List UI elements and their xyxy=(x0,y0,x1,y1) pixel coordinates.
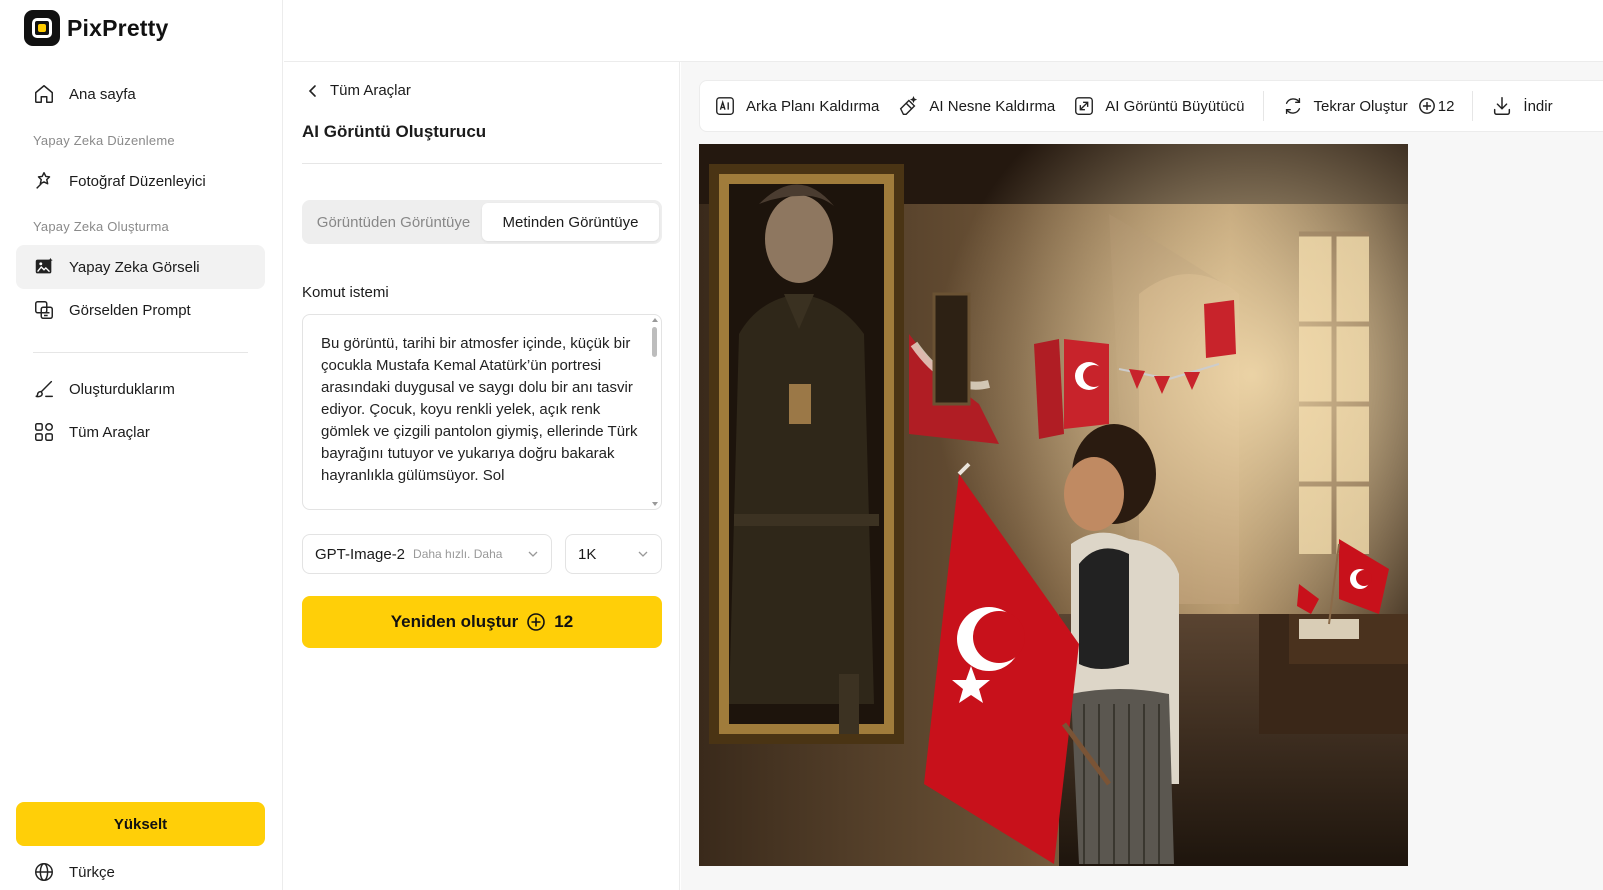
grid-icon xyxy=(35,423,53,441)
top-bar xyxy=(284,0,1603,62)
refresh-icon xyxy=(1285,97,1300,115)
logo[interactable]: PixPretty xyxy=(24,10,169,46)
home-icon xyxy=(35,85,53,103)
toolbar-divider xyxy=(1262,91,1264,121)
download-icon xyxy=(1494,97,1511,115)
credit-icon xyxy=(1418,98,1435,114)
remove-object-label: AI Nesne Kaldırma xyxy=(929,97,1056,115)
upgrade-button[interactable]: Yükselt xyxy=(16,802,265,846)
regenerate-toolbar-label: Tekrar Oluştur xyxy=(1313,97,1408,115)
back-to-all-tools[interactable]: Tüm Araçlar xyxy=(308,82,411,99)
scroll-up-arrow[interactable] xyxy=(652,318,658,322)
control-panel: Tüm Araçlar AI Görüntü Oluşturucu Görünt… xyxy=(284,62,680,890)
regenerate-toolbar-cost: 12 xyxy=(1437,97,1455,115)
sidebar-divider xyxy=(33,352,248,353)
scroll-down-arrow[interactable] xyxy=(652,502,658,506)
sidebar-item-all-tools[interactable]: Tüm Araçlar xyxy=(16,410,265,454)
brush-icon xyxy=(35,380,53,398)
section-ai-create: Yapay Zeka Oluşturma xyxy=(33,219,169,234)
upscaler-label: AI Görüntü Büyütücü xyxy=(1105,97,1245,115)
remove-object-button[interactable]: AI Nesne Kaldırma xyxy=(897,95,1073,117)
sidebar-item-label: Oluşturduklarım xyxy=(69,380,175,398)
regenerate-button[interactable]: Yeniden oluştur 12 xyxy=(302,596,662,648)
sidebar-item-label: Tüm Araçlar xyxy=(69,423,150,441)
remove-background-label: Arka Planı Kaldırma xyxy=(746,97,880,115)
model-hint: Daha hızlı. Daha xyxy=(413,547,503,561)
chevron-down-icon xyxy=(528,551,538,557)
prompt-text: Bu görüntü, tarihi bir atmosfer içinde, … xyxy=(321,335,638,484)
ai-icon xyxy=(716,97,734,115)
sidebar-item-label: Fotoğraf Düzenleyici xyxy=(69,172,206,190)
image-to-prompt-icon xyxy=(35,301,53,319)
credit-icon xyxy=(527,613,546,631)
sidebar-item-photo-editor[interactable]: Fotoğraf Düzenleyici xyxy=(16,159,265,203)
resolution-select[interactable]: 1K xyxy=(565,534,662,574)
sidebar-item-ai-image[interactable]: Yapay Zeka Görseli xyxy=(16,245,265,289)
upscale-icon xyxy=(1075,97,1094,115)
back-label: Tüm Araçlar xyxy=(330,82,411,99)
language-label: Türkçe xyxy=(69,863,115,881)
resolution-value: 1K xyxy=(578,545,597,563)
logo-text: PixPretty xyxy=(67,14,169,41)
sidebar-item-label: Yapay Zeka Görseli xyxy=(69,258,200,276)
upscaler-button[interactable]: AI Görüntü Büyütücü xyxy=(1073,95,1262,117)
logo-icon xyxy=(24,10,60,46)
remove-background-button[interactable]: Arka Planı Kaldırma xyxy=(714,95,897,117)
chevron-down-icon xyxy=(638,551,648,557)
scrollbar-thumb[interactable] xyxy=(652,327,657,357)
ai-image-icon xyxy=(35,257,53,274)
language-selector[interactable]: Türkçe xyxy=(16,850,265,890)
chevron-left-icon xyxy=(308,84,316,97)
model-select[interactable]: GPT-Image-2 Daha hızlı. Daha xyxy=(302,534,552,574)
image-toolbar: Arka Planı Kaldırma AI Nesne Kaldırma AI… xyxy=(699,80,1603,132)
sidebar-item-label: Görselden Prompt xyxy=(69,301,191,319)
download-label: İndir xyxy=(1523,97,1553,115)
sidebar-item-home[interactable]: Ana sayfa xyxy=(16,72,265,116)
page-title: AI Görüntü Oluşturucu xyxy=(302,122,487,141)
generated-image-illustration xyxy=(699,144,1408,866)
tab-image-to-image[interactable]: Görüntüden Görüntüye xyxy=(305,203,482,241)
eraser-icon xyxy=(900,96,918,115)
generated-image[interactable] xyxy=(699,144,1408,866)
magic-edit-icon xyxy=(36,172,51,189)
regenerate-credits: 12 xyxy=(1418,97,1455,115)
regenerate-toolbar-button[interactable]: Tekrar Oluştur 12 xyxy=(1282,95,1473,117)
mode-tabs: Görüntüden Görüntüye Metinden Görüntüye xyxy=(302,200,662,244)
model-name: GPT-Image-2 xyxy=(315,545,406,563)
download-button[interactable]: İndir xyxy=(1491,95,1570,117)
sidebar-item-image-to-prompt[interactable]: Görselden Prompt xyxy=(16,288,265,332)
regenerate-cost: 12 xyxy=(554,612,574,631)
section-ai-edit: Yapay Zeka Düzenleme xyxy=(33,133,175,148)
sidebar-item-my-creations[interactable]: Oluşturduklarım xyxy=(16,367,265,411)
prompt-label: Komut istemi xyxy=(302,284,389,301)
sidebar: PixPretty Ana sayfa Yapay Zeka Düzenleme… xyxy=(0,0,283,890)
prompt-textarea[interactable]: Bu görüntü, tarihi bir atmosfer içinde, … xyxy=(302,314,662,510)
toolbar-divider xyxy=(1472,91,1474,121)
sidebar-item-label: Ana sayfa xyxy=(69,85,136,103)
tab-text-to-image[interactable]: Metinden Görüntüye xyxy=(482,203,659,241)
regenerate-label: Yeniden oluştur xyxy=(390,612,519,631)
main-area: Arka Planı Kaldırma AI Nesne Kaldırma AI… xyxy=(681,62,1603,890)
panel-divider xyxy=(302,163,662,164)
globe-icon xyxy=(35,863,53,881)
